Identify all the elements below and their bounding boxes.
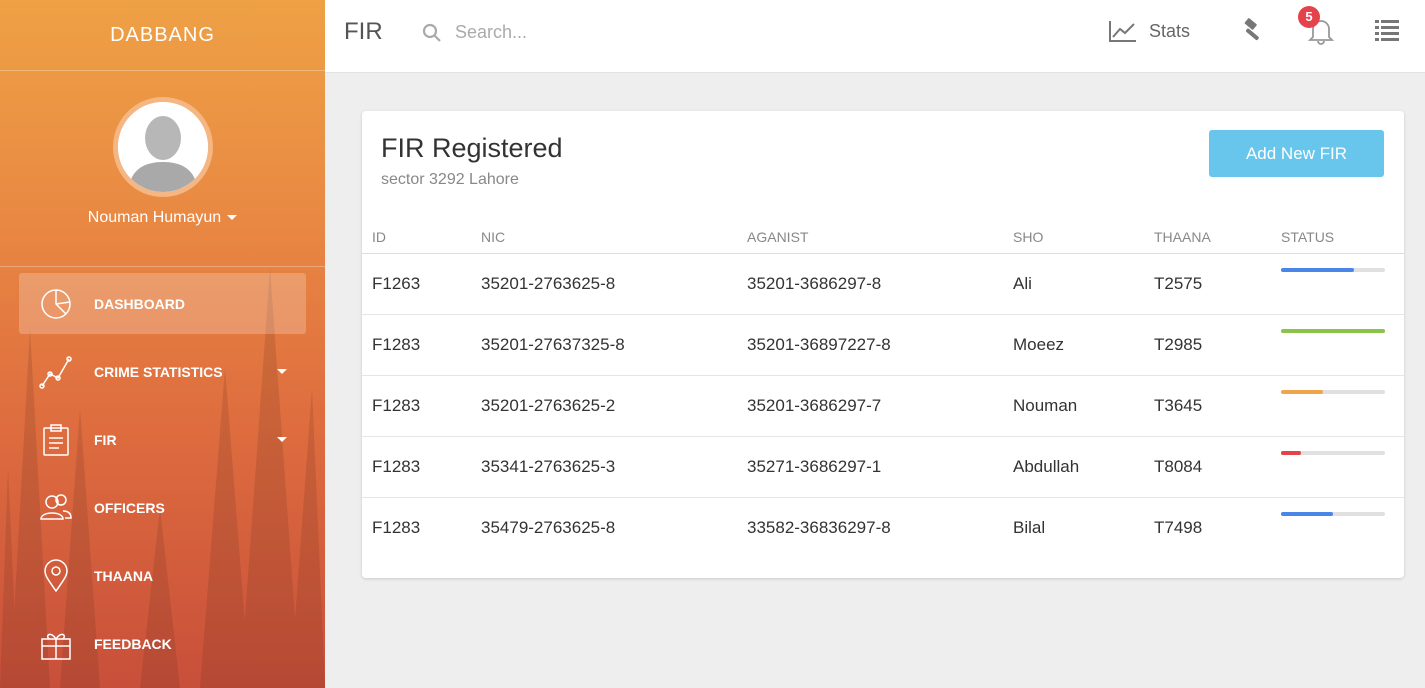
status-progress-bar: [1281, 451, 1385, 455]
status-progress-fill: [1281, 268, 1354, 272]
user-silhouette-icon: [118, 102, 208, 192]
cell-id: F1283: [372, 335, 421, 354]
chevron-down-icon: [277, 437, 287, 442]
user-name: Nouman Humayun: [87, 209, 222, 226]
sidebar-item-label: FEEDBACK: [94, 635, 172, 652]
fir-card: FIR Registered sector 3292 Lahore Add Ne…: [362, 111, 1404, 578]
chevron-down-icon: [227, 215, 238, 221]
table-row[interactable]: F1263 35201-2763625-8 35201-3686297-8 Al…: [362, 254, 1404, 315]
cell-thaana: T3645: [1154, 396, 1203, 415]
sidebar-item-label: FIR: [94, 431, 117, 448]
column-header-sho[interactable]: SHO: [1013, 229, 1043, 245]
cell-thaana: T8084: [1154, 457, 1203, 476]
card-title: FIR Registered: [381, 133, 563, 163]
line-chart-icon: [39, 356, 72, 389]
column-header-against[interactable]: AGANIST: [747, 229, 808, 245]
gift-icon: [41, 633, 71, 660]
column-header-nic[interactable]: NIC: [481, 229, 505, 245]
column-header-thaana[interactable]: THAANA: [1154, 229, 1211, 245]
sidebar-item-label: THAANA: [94, 567, 154, 584]
cell-thaana: T7498: [1154, 518, 1203, 537]
sidebar-item-label: DASHBOARD: [94, 295, 185, 312]
status-progress-bar: [1281, 329, 1385, 333]
cell-id: F1283: [372, 396, 421, 415]
table-header: ID NIC AGANIST SHO THAANA STATUS: [362, 221, 1404, 254]
status-progress-bar: [1281, 390, 1385, 394]
clipboard-icon: [43, 424, 69, 456]
cell-against: 35201-3686297-8: [747, 274, 882, 293]
status-progress-fill: [1281, 512, 1333, 516]
gavel-icon[interactable]: [1239, 18, 1265, 44]
cell-sho: Ali: [1013, 274, 1032, 293]
cell-id: F1283: [372, 457, 421, 476]
status-progress-fill: [1281, 451, 1301, 455]
users-icon: [40, 494, 72, 520]
cell-sho: Moeez: [1013, 335, 1065, 354]
user-name-dropdown[interactable]: Nouman Humayun: [0, 209, 325, 227]
sidebar-item-thaana[interactable]: THAANA: [19, 545, 306, 606]
status-progress-fill: [1281, 329, 1385, 333]
cell-nic: 35341-2763625-3: [481, 457, 616, 476]
cell-against: 35201-3686297-7: [747, 396, 882, 415]
cell-thaana: T2575: [1154, 274, 1203, 293]
add-new-fir-button[interactable]: Add New FIR: [1209, 130, 1384, 177]
sidebar-item-label: OFFICERS: [94, 499, 165, 516]
cell-nic: 35201-27637325-8: [481, 335, 625, 354]
sidebar-nav: DASHBOARD CRIME STATISTICS FIR OFFICERS: [0, 273, 325, 674]
status-progress-bar: [1281, 512, 1385, 516]
cell-nic: 35201-2763625-2: [481, 396, 616, 415]
table-row[interactable]: F1283 35341-2763625-3 35271-3686297-1 Ab…: [362, 437, 1404, 498]
sidebar: DABBANG Nouman Humayun DASHBOARD CRIME S…: [0, 0, 325, 688]
status-progress-bar: [1281, 268, 1385, 272]
user-panel: Nouman Humayun: [0, 71, 325, 267]
cell-nic: 35201-2763625-8: [481, 274, 616, 293]
cell-sho: Nouman: [1013, 396, 1078, 415]
sidebar-item-dashboard[interactable]: DASHBOARD: [19, 273, 306, 334]
chevron-down-icon: [277, 369, 287, 374]
sidebar-item-fir[interactable]: FIR: [19, 409, 306, 470]
cell-sho: Bilal: [1013, 518, 1046, 537]
cell-thaana: T2985: [1154, 335, 1203, 354]
status-progress-fill: [1281, 390, 1323, 394]
topbar: FIR Stats 5: [325, 0, 1425, 73]
pie-chart-icon: [41, 289, 71, 319]
card-subtitle: sector 3292 Lahore: [381, 171, 519, 188]
sidebar-item-feedback[interactable]: FEEDBACK: [19, 613, 306, 674]
table-row[interactable]: F1283 35201-2763625-2 35201-3686297-7 No…: [362, 376, 1404, 437]
table-row[interactable]: F1283 35201-27637325-8 35201-36897227-8 …: [362, 315, 1404, 376]
notification-badge: 5: [1298, 6, 1320, 28]
cell-against: 33582-36836297-8: [747, 518, 891, 537]
page-title: FIR: [344, 18, 383, 45]
table-row[interactable]: F1283 35479-2763625-8 33582-36836297-8 B…: [362, 498, 1404, 559]
line-chart-icon: [1109, 21, 1136, 42]
sidebar-item-officers[interactable]: OFFICERS: [19, 477, 306, 538]
column-header-id[interactable]: ID: [372, 229, 386, 245]
list-icon[interactable]: [1375, 19, 1399, 41]
stats-link[interactable]: Stats: [1109, 20, 1190, 42]
cell-nic: 35479-2763625-8: [481, 518, 616, 537]
avatar[interactable]: [113, 97, 213, 197]
cell-against: 35271-3686297-1: [747, 457, 882, 476]
cell-id: F1283: [372, 518, 421, 537]
sidebar-item-label: CRIME STATISTICS: [94, 363, 223, 380]
column-header-status[interactable]: STATUS: [1281, 229, 1334, 245]
cell-against: 35201-36897227-8: [747, 335, 891, 354]
brand-logo[interactable]: DABBANG: [0, 0, 325, 71]
stats-label: Stats: [1149, 20, 1191, 41]
cell-sho: Abdullah: [1013, 457, 1080, 476]
cell-id: F1263: [372, 274, 421, 293]
sidebar-item-crime-statistics[interactable]: CRIME STATISTICS: [19, 341, 306, 402]
search-icon: [422, 23, 441, 42]
search-input[interactable]: [455, 16, 755, 48]
map-pin-icon: [44, 559, 68, 593]
